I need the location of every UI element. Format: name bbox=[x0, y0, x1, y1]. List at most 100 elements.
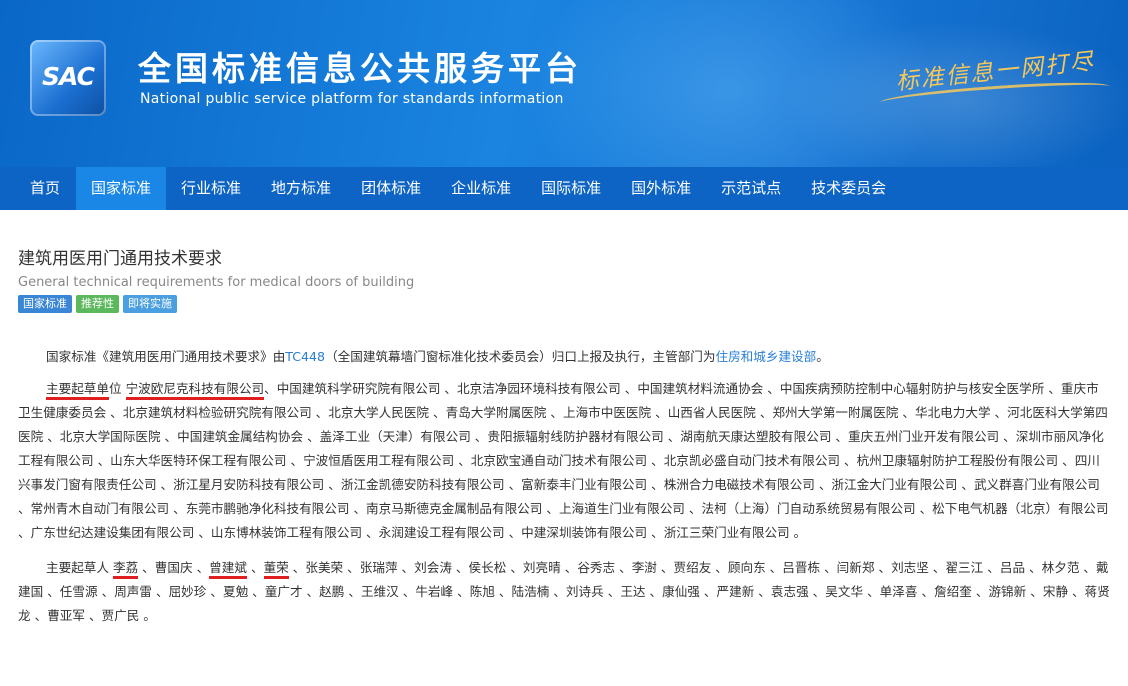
drafter-separator: 、 bbox=[983, 560, 1000, 575]
drafter-separator: 、 bbox=[754, 584, 771, 599]
drafter-name: 陆浩楠 bbox=[511, 584, 550, 599]
drafter-name: 林夕范 bbox=[1041, 560, 1080, 575]
drafter-separator: 、 bbox=[549, 584, 566, 599]
drafter-separator: 、 bbox=[451, 560, 469, 575]
drafter-name: 董荣 bbox=[263, 560, 289, 579]
drafter-separator: 、 bbox=[863, 584, 880, 599]
drafter-separator: 、 bbox=[398, 584, 416, 599]
drafter-separator: 、 bbox=[506, 560, 523, 575]
drafter-separator: 、 bbox=[151, 584, 169, 599]
standard-title-en: General technical requirements for medic… bbox=[18, 275, 415, 290]
drafter-separator: 、 bbox=[192, 560, 210, 575]
drafter-separator: 、 bbox=[248, 584, 265, 599]
drafter-separator: 、 bbox=[645, 584, 663, 599]
authority-link[interactable]: 住房和城乡建设部 bbox=[715, 349, 816, 364]
drafter-name: 游锦新 bbox=[988, 584, 1027, 599]
drafters-paragraph: 主要起草人 李荔 、曹国庆 、曾建斌 、董荣 、张美荣 、张瑞萍 、刘会涛 、侯… bbox=[18, 556, 1110, 628]
drafter-separator: 、 bbox=[765, 560, 783, 575]
nav-item[interactable]: 行业标准 bbox=[166, 167, 256, 210]
drafter-name: 闫新郑 bbox=[836, 560, 875, 575]
status-tags: 国家标准 推荐性 即将实施 bbox=[18, 295, 1110, 313]
drafter-separator: 、 bbox=[246, 560, 264, 575]
drafter-separator: 、 bbox=[344, 584, 361, 599]
intro-suffix: 。 bbox=[816, 349, 829, 364]
drafter-name: 康仙强 bbox=[662, 584, 700, 599]
drafter-name: 宋静 bbox=[1042, 584, 1069, 599]
nav-item[interactable]: 示范试点 bbox=[706, 167, 796, 210]
drafter-separator: 、 bbox=[808, 584, 826, 599]
drafter-name: 侯长松 bbox=[468, 560, 507, 575]
drafters-label: 主要起草人 bbox=[46, 560, 113, 575]
tag-upcoming: 即将实施 bbox=[123, 295, 177, 313]
drafting-units-label-start: 主要起草单 bbox=[46, 381, 109, 400]
drafter-name: 贾广民 bbox=[101, 608, 140, 623]
drafter-name: 刘会涛 bbox=[414, 560, 452, 575]
drafter-name: 周声雷 bbox=[114, 584, 152, 599]
site-header-banner: SAC 全国标准信息公共服务平台 National public service… bbox=[0, 0, 1128, 167]
drafter-separator: 、 bbox=[971, 584, 989, 599]
intro-paragraph: 国家标准《建筑用医用门通用技术要求》由TC448（全国建筑幕墙门窗标准化技术委员… bbox=[18, 345, 1110, 369]
drafter-separator: 、 bbox=[302, 584, 320, 599]
drafter-name: 单泽喜 bbox=[879, 584, 918, 599]
nav-item[interactable]: 首页 bbox=[0, 167, 76, 210]
drafter-separator: 、 bbox=[656, 560, 674, 575]
drafter-name: 詹绍奎 bbox=[934, 584, 972, 599]
committee-link[interactable]: TC448 bbox=[285, 349, 325, 364]
drafter-name: 曾建斌 bbox=[209, 560, 247, 579]
drafter-separator: 、 bbox=[917, 584, 935, 599]
drafter-separator: 、 bbox=[397, 560, 415, 575]
nav-item[interactable]: 地方标准 bbox=[256, 167, 346, 210]
drafter-separator: 、 bbox=[138, 560, 155, 575]
drafter-separator: 、 bbox=[206, 584, 223, 599]
standard-detail: 建筑用医用门通用技术要求 General technical requireme… bbox=[0, 244, 1128, 628]
drafter-name: 李澍 bbox=[631, 560, 657, 575]
drafter-separator: 、 bbox=[453, 584, 470, 599]
drafter-separator: 、 bbox=[699, 584, 717, 599]
nav-item[interactable]: 企业标准 bbox=[436, 167, 526, 210]
sac-logo[interactable]: SAC bbox=[30, 40, 106, 116]
drafter-separator: 、 bbox=[560, 560, 578, 575]
drafter-name: 牛岩峰 bbox=[415, 584, 454, 599]
drafter-separator: 、 bbox=[30, 608, 48, 623]
drafter-name: 吕品 bbox=[999, 560, 1026, 575]
drafter-separator: 、 bbox=[874, 560, 892, 575]
nav-item[interactable]: 技术委员会 bbox=[796, 167, 901, 210]
drafter-name: 张瑞萍 bbox=[359, 560, 398, 575]
drafter-name: 李荔 bbox=[112, 560, 139, 579]
nav-item[interactable]: 国家标准 bbox=[76, 167, 167, 210]
drafter-name: 王达 bbox=[620, 584, 646, 599]
drafter-name: 陈旭 bbox=[469, 584, 495, 599]
standard-title: 建筑用医用门通用技术要求 bbox=[18, 249, 222, 269]
drafter-separator: 、 bbox=[97, 584, 115, 599]
drafter-separator: 、 bbox=[711, 560, 728, 575]
drafter-separator: 。 bbox=[139, 608, 156, 623]
drafter-name: 童广才 bbox=[264, 584, 303, 599]
nav-item[interactable]: 国际标准 bbox=[526, 167, 616, 210]
drafter-separator: 、 bbox=[1068, 584, 1085, 599]
drafter-name: 屈妙珍 bbox=[168, 584, 207, 599]
drafter-separator: 、 bbox=[343, 560, 360, 575]
drafter-separator: 、 bbox=[603, 584, 621, 599]
sac-logo-text: SAC bbox=[42, 62, 95, 91]
first-drafting-unit: 宁波欧尼克科技有限公司 bbox=[125, 381, 265, 400]
drafter-name: 任雪源 bbox=[59, 584, 98, 599]
drafting-units-paragraph: 主要起草单位 宁波欧尼克科技有限公司、中国建筑科学研究院有限公司 、北京洁净园环… bbox=[18, 377, 1110, 545]
drafter-name: 刘诗兵 bbox=[565, 584, 604, 599]
drafter-separator: 、 bbox=[928, 560, 946, 575]
nav-item[interactable]: 国外标准 bbox=[616, 167, 706, 210]
drafter-separator: 、 bbox=[494, 584, 512, 599]
drafter-separator: 、 bbox=[615, 560, 632, 575]
nav-item[interactable]: 团体标准 bbox=[346, 167, 436, 210]
intro-prefix: 国家标准《建筑用医用门通用技术要求》由 bbox=[46, 349, 286, 364]
drafter-name: 张美荣 bbox=[305, 560, 344, 575]
drafter-name: 吴文华 bbox=[825, 584, 864, 599]
drafter-separator: 、 bbox=[1026, 584, 1043, 599]
drafter-separator: 、 bbox=[288, 560, 306, 575]
drafter-name: 袁志强 bbox=[770, 584, 809, 599]
drafter-separator: 、 bbox=[43, 584, 60, 599]
drafter-name: 刘志坚 bbox=[891, 560, 929, 575]
main-nav: 首页 国家标准 行业标准 地方标准 团体标准 企业标准 国际标准 国外标准 示范试点 技术委员会 bbox=[0, 167, 1128, 210]
drafter-name: 严建新 bbox=[716, 584, 755, 599]
drafter-name: 夏勉 bbox=[222, 584, 249, 599]
tag-recommended: 推荐性 bbox=[76, 295, 119, 313]
